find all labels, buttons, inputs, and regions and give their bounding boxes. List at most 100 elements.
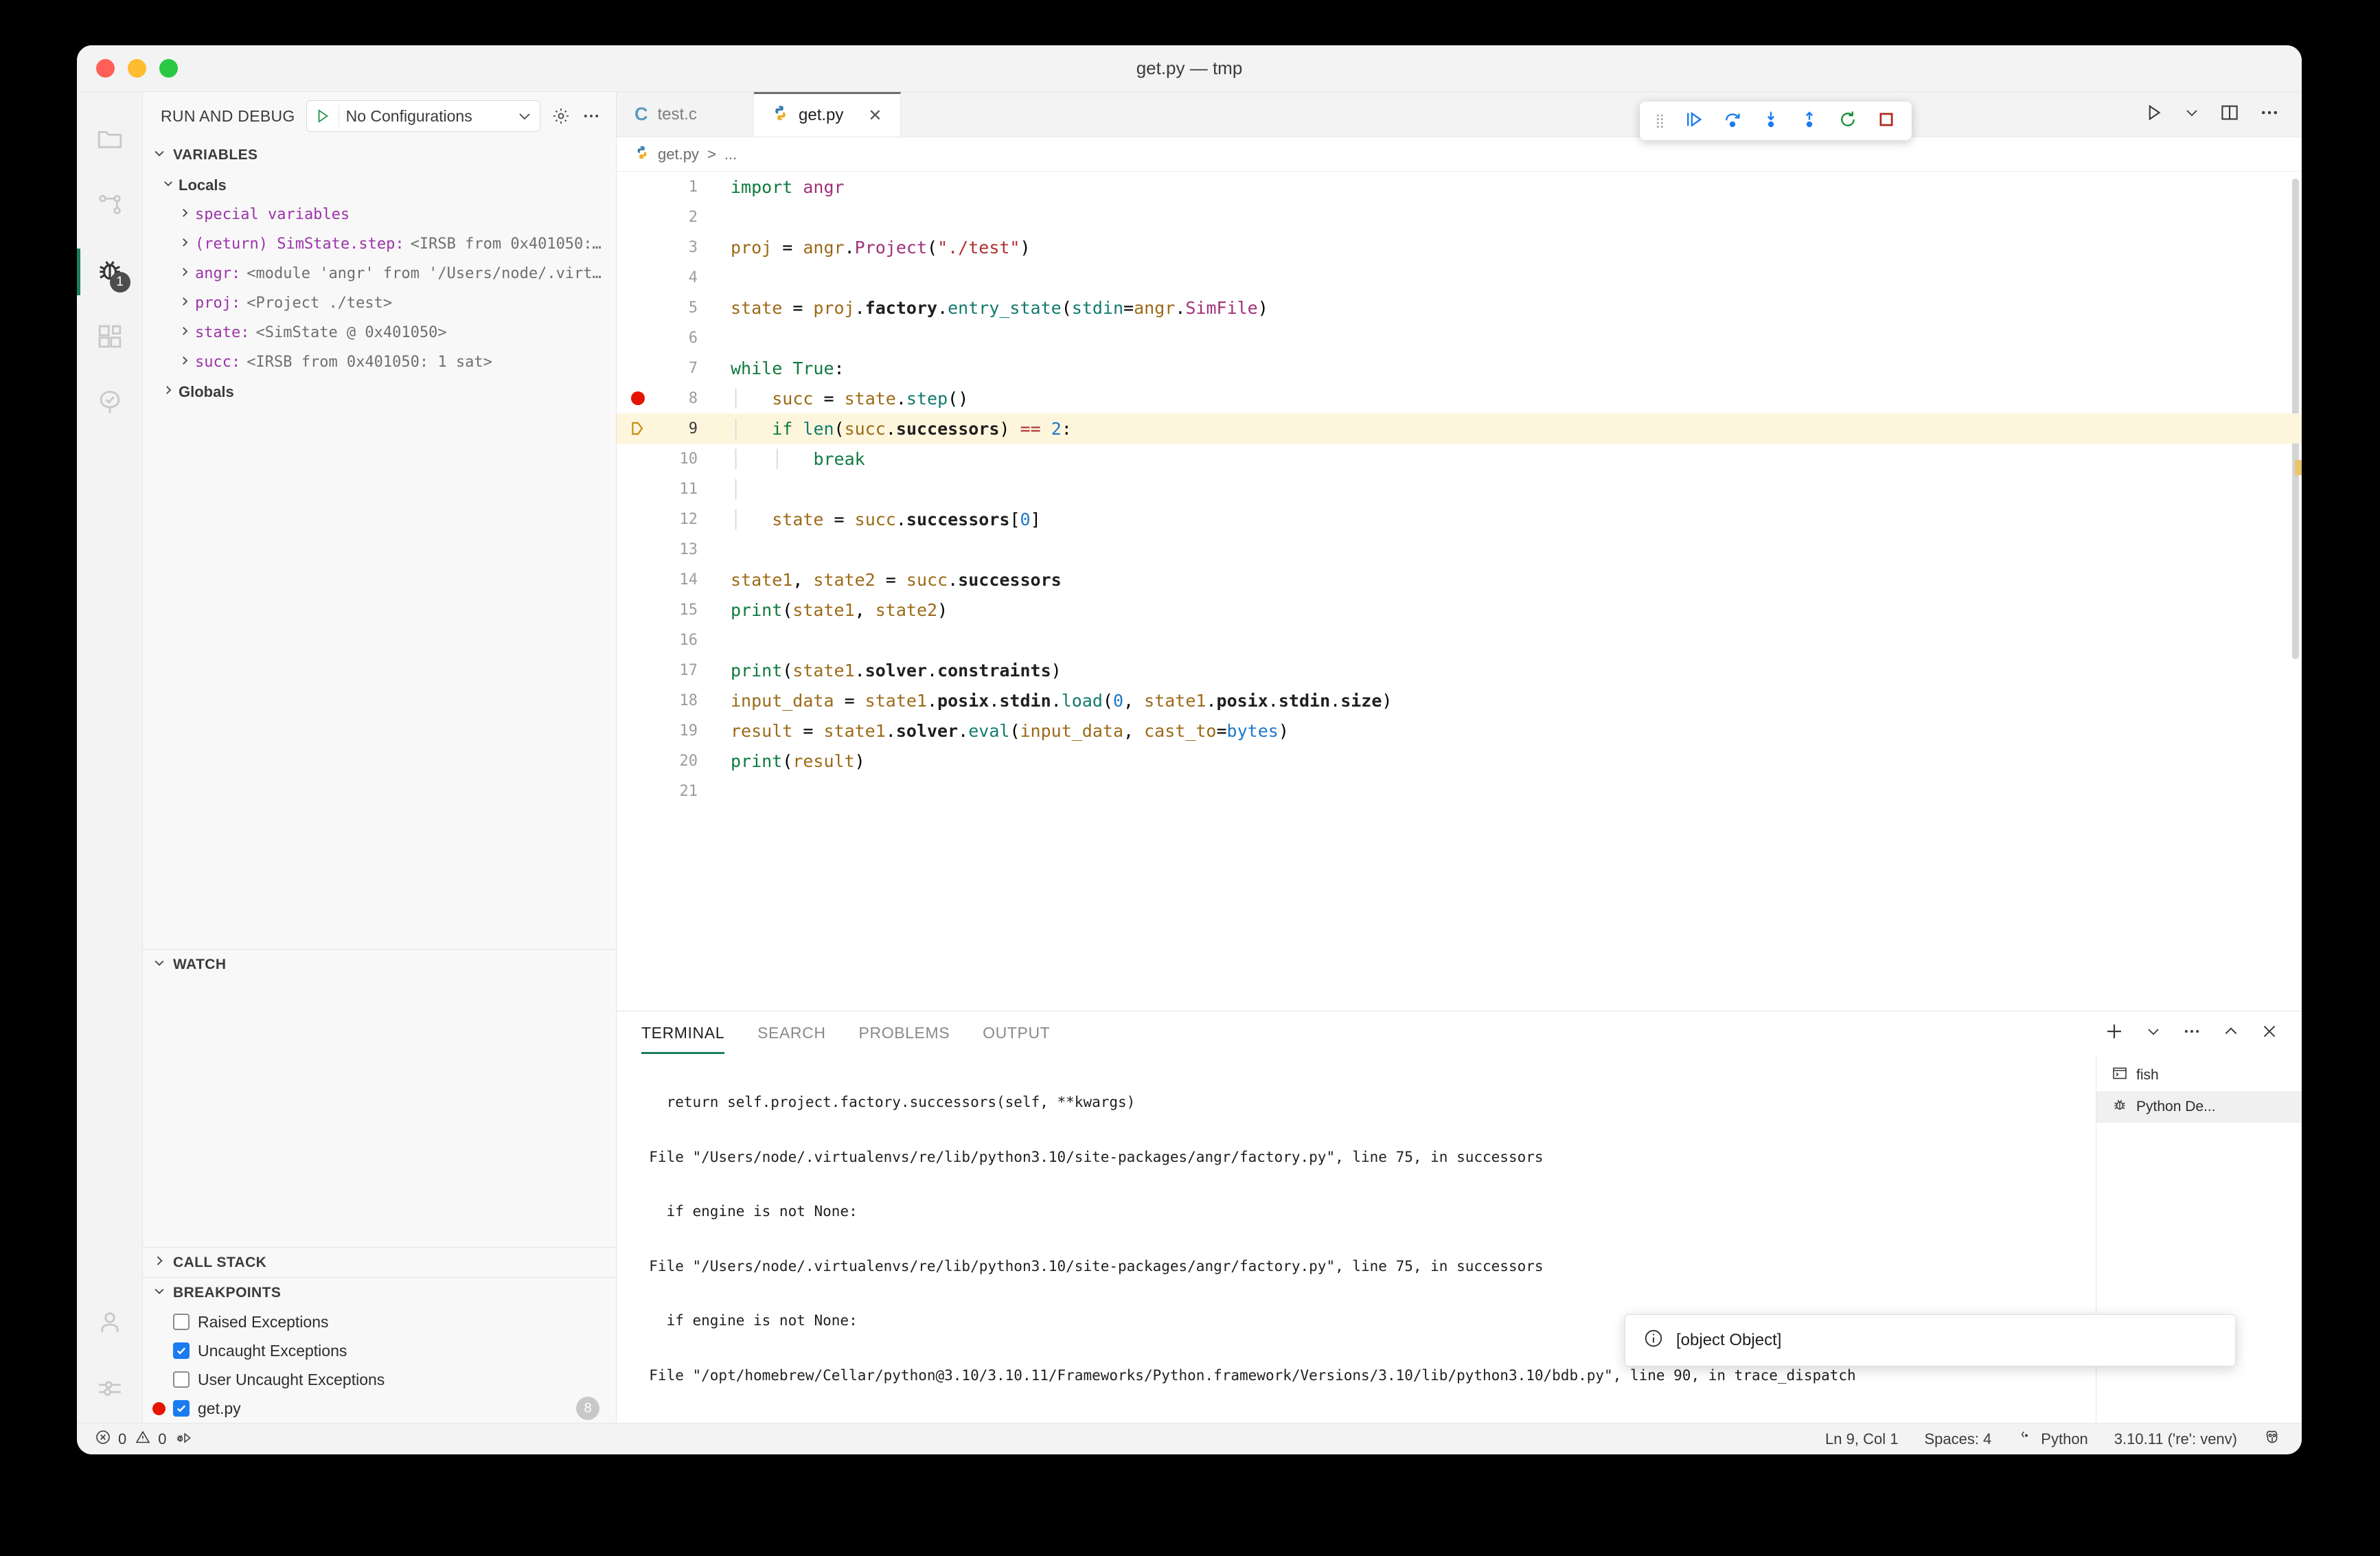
close-icon[interactable] xyxy=(2261,1022,2278,1044)
status-cursor-position[interactable]: Ln 9, Col 1 xyxy=(1825,1430,1898,1448)
breakpoint-dot-icon[interactable] xyxy=(631,391,645,405)
code-line[interactable]: 18 input_data = state1.posix.stdin.load(… xyxy=(617,685,2302,716)
ellipsis-icon[interactable] xyxy=(2259,102,2280,126)
code-line[interactable]: 4 xyxy=(617,262,2302,293)
activity-run-and-debug[interactable]: 1 xyxy=(77,239,143,305)
play-icon[interactable] xyxy=(2144,102,2164,126)
terminal-output[interactable]: return self.project.factory.successors(s… xyxy=(617,1054,2096,1423)
status-errors[interactable]: 0 xyxy=(95,1429,126,1450)
status-warnings[interactable]: 0 xyxy=(135,1429,167,1450)
breakpoint-item[interactable]: Raised Exceptions xyxy=(143,1307,616,1336)
status-language-mode[interactable]: Python xyxy=(2017,1429,2088,1450)
notification-toast[interactable]: [object Object] xyxy=(1625,1314,2236,1366)
code-line[interactable]: 20 print(result) xyxy=(617,746,2302,776)
code-line[interactable]: 1 import angr xyxy=(617,172,2302,202)
tab-test-c[interactable]: C test.c xyxy=(617,92,754,137)
terminal-instance-fish[interactable]: fish xyxy=(2096,1060,2302,1091)
code-line[interactable]: 3 proj = angr.Project("./test") xyxy=(617,232,2302,262)
breakpoint-item[interactable]: get.py 8 xyxy=(143,1394,616,1423)
code-line[interactable]: 6 xyxy=(617,323,2302,353)
status-python-interpreter[interactable]: 3.10.11 ('re': venv) xyxy=(2114,1430,2237,1448)
code-line[interactable]: 2 xyxy=(617,202,2302,232)
variable-row[interactable]: angr: <module 'angr' from '/Users/node/.… xyxy=(143,259,616,288)
breakpoint-item[interactable]: Uncaught Exceptions xyxy=(143,1336,616,1365)
launch-configuration-selector[interactable]: No Configurations xyxy=(306,100,540,132)
gear-icon[interactable] xyxy=(551,106,571,126)
activity-explorer[interactable] xyxy=(77,107,143,173)
code-line[interactable]: 11 │ xyxy=(617,474,2302,504)
breadcrumb-file[interactable]: get.py xyxy=(658,146,699,163)
tab-problems[interactable]: PROBLEMS xyxy=(859,1011,950,1054)
code-line[interactable]: 21 xyxy=(617,776,2302,806)
code-line[interactable]: 14 state1, state2 = succ.successors xyxy=(617,564,2302,595)
tab-get-py[interactable]: get.py ✕ xyxy=(754,92,901,137)
chevron-down-icon[interactable] xyxy=(2184,104,2200,124)
debug-toolbar[interactable]: ⣿ xyxy=(1640,102,1912,140)
chevron-down-icon[interactable] xyxy=(2145,1023,2162,1043)
activity-settings[interactable] xyxy=(77,1357,143,1423)
code-editor[interactable]: 1 import angr 2 3 proj = angr.Project(".… xyxy=(617,172,2302,1011)
variables-group-locals[interactable]: Locals xyxy=(143,170,616,200)
gutter-current-execution[interactable] xyxy=(617,420,659,437)
code-line-current[interactable]: 9 │ if len(succ.successors) == 2: xyxy=(617,413,2302,444)
close-icon[interactable]: ✕ xyxy=(868,106,882,126)
tab-search[interactable]: SEARCH xyxy=(757,1011,825,1054)
restart-icon[interactable] xyxy=(1838,109,1858,133)
activity-testing[interactable] xyxy=(77,371,143,437)
variable-row[interactable]: special variables xyxy=(143,200,616,229)
breadcrumb-separator: > xyxy=(707,145,716,163)
code-line[interactable]: 13 xyxy=(617,534,2302,564)
chevron-up-icon[interactable] xyxy=(2222,1022,2240,1044)
status-indentation[interactable]: Spaces: 4 xyxy=(1924,1430,1991,1448)
step-out-icon[interactable] xyxy=(1799,109,1820,133)
tab-output[interactable]: OUTPUT xyxy=(983,1011,1050,1054)
variable-row[interactable]: succ: <IRSB from 0x401050: 1 sat> xyxy=(143,347,616,377)
play-icon[interactable] xyxy=(314,107,332,125)
activity-source-control[interactable] xyxy=(77,173,143,239)
section-call-stack-header[interactable]: CALL STACK xyxy=(143,1247,616,1277)
variable-row[interactable]: proj: <Project ./test> xyxy=(143,288,616,318)
breakpoint-checkbox[interactable] xyxy=(173,1342,190,1359)
code-line[interactable]: 19 result = state1.solver.eval(input_dat… xyxy=(617,716,2302,746)
continue-icon[interactable] xyxy=(1684,109,1704,133)
variable-row[interactable]: (return) SimState.step: <IRSB from 0x401… xyxy=(143,229,616,259)
activity-extensions[interactable] xyxy=(77,305,143,371)
ellipsis-icon[interactable] xyxy=(2182,1022,2201,1044)
breakpoint-checkbox[interactable] xyxy=(173,1371,190,1388)
breadcrumb-tail[interactable]: ... xyxy=(724,146,737,163)
code-line[interactable]: 7 while True: xyxy=(617,353,2302,383)
breakpoint-checkbox[interactable] xyxy=(173,1400,190,1417)
line-number: 7 xyxy=(688,359,698,377)
variable-row[interactable]: state: <SimState @ 0x401050> xyxy=(143,318,616,347)
split-editor-icon[interactable] xyxy=(2219,102,2240,126)
section-breakpoints-header[interactable]: BREAKPOINTS xyxy=(143,1277,616,1307)
breakpoint-checkbox[interactable] xyxy=(173,1314,190,1330)
tab-terminal[interactable]: TERMINAL xyxy=(641,1011,725,1054)
chevron-down-icon[interactable] xyxy=(516,108,533,124)
code-line[interactable]: 5 state = proj.factory.entry_state(stdin… xyxy=(617,293,2302,323)
code-line[interactable]: 10 │ │ break xyxy=(617,444,2302,474)
ellipsis-icon[interactable] xyxy=(582,106,601,126)
code-line[interactable]: 8 │ succ = state.step() xyxy=(617,383,2302,413)
drag-grip-icon[interactable]: ⣿ xyxy=(1655,114,1666,128)
activity-accounts[interactable] xyxy=(77,1291,143,1357)
step-over-icon[interactable] xyxy=(1722,109,1743,133)
code-line[interactable]: 17 print(state1.solver.constraints) xyxy=(617,655,2302,685)
code-line[interactable]: 12 │ state = succ.successors[0] xyxy=(617,504,2302,534)
section-variables-header[interactable]: VARIABLES xyxy=(143,140,616,170)
code-line[interactable]: 15 print(state1, state2) xyxy=(617,595,2302,625)
status-debug-run[interactable] xyxy=(175,1428,193,1450)
code-line[interactable]: 16 xyxy=(617,625,2302,655)
breakpoint-item[interactable]: User Uncaught Exceptions xyxy=(143,1365,616,1394)
breadcrumb[interactable]: get.py > ... xyxy=(617,137,2302,172)
watch-body[interactable] xyxy=(143,979,616,1247)
section-breakpoints-label: BREAKPOINTS xyxy=(173,1284,282,1301)
terminal-instance-python-debug[interactable]: Python De... xyxy=(2096,1091,2302,1123)
gutter-breakpoint[interactable] xyxy=(617,391,659,405)
section-watch-header[interactable]: WATCH xyxy=(143,949,616,979)
stop-icon[interactable] xyxy=(1876,109,1897,133)
step-into-icon[interactable] xyxy=(1761,109,1781,133)
variables-group-globals[interactable]: Globals xyxy=(143,377,616,407)
plus-icon[interactable] xyxy=(2104,1021,2125,1045)
status-owl[interactable] xyxy=(2263,1428,2281,1450)
